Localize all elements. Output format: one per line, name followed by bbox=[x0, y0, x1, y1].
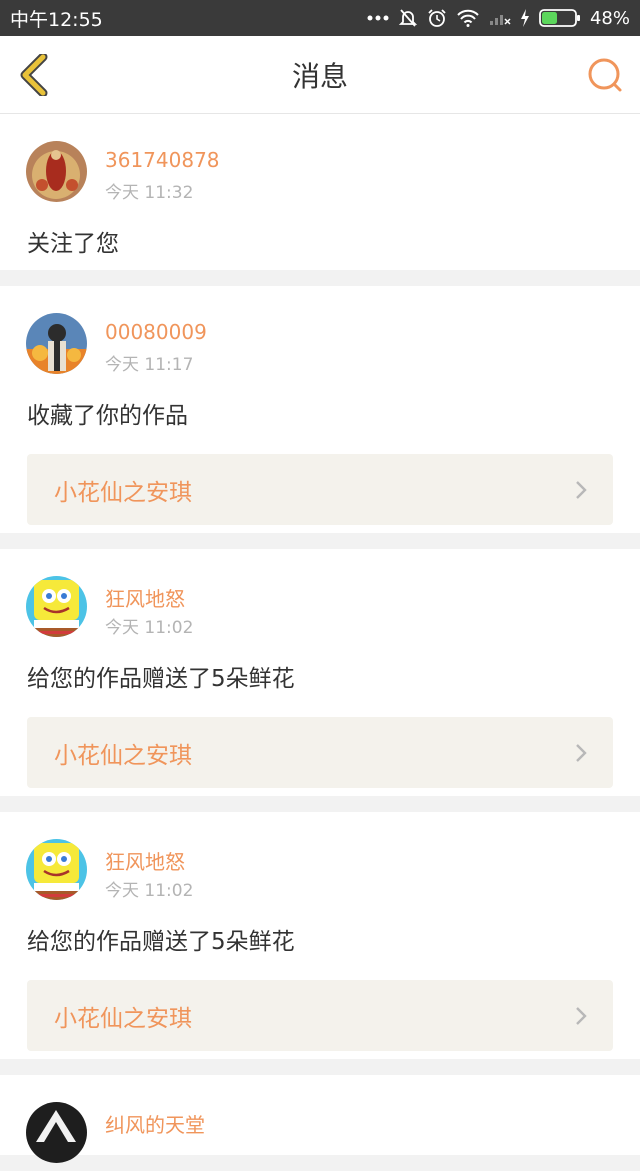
wifi-icon bbox=[457, 9, 479, 27]
chevron-right-icon bbox=[576, 743, 587, 762]
status-time: 中午12:55 bbox=[10, 8, 103, 31]
card-header: 361740878 今天 11:32 bbox=[0, 114, 640, 203]
mute-bell-icon bbox=[398, 9, 418, 27]
battery-percent: 48% bbox=[589, 7, 630, 29]
card-header: 狂风地怒 今天 11:02 bbox=[0, 812, 640, 901]
avatar-image bbox=[26, 576, 87, 637]
card-header: 00080009 今天 11:17 bbox=[0, 286, 640, 375]
card-header: 狂风地怒 今天 11:02 bbox=[0, 549, 640, 638]
timestamp: 今天 11:17 bbox=[105, 355, 194, 375]
search-button[interactable] bbox=[584, 54, 626, 96]
username[interactable]: 狂风地怒 bbox=[105, 846, 185, 875]
status-left: 中午12:55 bbox=[10, 5, 103, 32]
username[interactable]: 361740878 bbox=[105, 148, 220, 172]
avatar[interactable] bbox=[26, 313, 87, 374]
alarm-icon bbox=[428, 9, 446, 27]
timestamp: 今天 11:32 bbox=[105, 183, 194, 203]
nav-bar: 消息 bbox=[0, 36, 640, 114]
username[interactable]: 00080009 bbox=[105, 320, 207, 344]
timestamp: 今天 11:02 bbox=[105, 881, 194, 901]
status-right: 48% bbox=[367, 8, 630, 29]
work-title: 小花仙之安琪 bbox=[54, 479, 192, 506]
avatar-image bbox=[26, 1102, 87, 1163]
work-title: 小花仙之安琪 bbox=[54, 1005, 192, 1032]
chevron-right-icon bbox=[576, 480, 587, 499]
notification-card: 00080009 今天 11:17 收藏了你的作品 小花仙之安琪 bbox=[0, 286, 640, 533]
avatar-image bbox=[26, 141, 87, 202]
message-text: 给您的作品赠送了5朵鲜花 bbox=[27, 929, 295, 955]
signal-icon bbox=[489, 15, 511, 25]
message-text: 收藏了你的作品 bbox=[27, 403, 188, 429]
chevron-right-icon bbox=[576, 1006, 587, 1025]
battery-icon bbox=[539, 9, 580, 27]
avatar[interactable] bbox=[26, 1102, 87, 1163]
notification-card: 狂风地怒 今天 11:02 给您的作品赠送了5朵鲜花 小花仙之安琪 bbox=[0, 812, 640, 1059]
work-title: 小花仙之安琪 bbox=[54, 742, 192, 769]
timestamp: 今天 11:02 bbox=[105, 618, 194, 638]
card-header: 纠风的天堂 bbox=[0, 1075, 640, 1163]
work-link[interactable]: 小花仙之安琪 bbox=[27, 980, 613, 1051]
more-dots-icon bbox=[367, 15, 389, 21]
notification-card: 纠风的天堂 bbox=[0, 1075, 640, 1163]
notification-card: 狂风地怒 今天 11:02 给您的作品赠送了5朵鲜花 小花仙之安琪 bbox=[0, 549, 640, 796]
work-link[interactable]: 小花仙之安琪 bbox=[27, 454, 613, 525]
username[interactable]: 狂风地怒 bbox=[105, 583, 185, 612]
page-title: 消息 bbox=[291, 59, 348, 93]
username[interactable]: 纠风的天堂 bbox=[105, 1109, 205, 1138]
avatar-image bbox=[26, 839, 87, 900]
avatar[interactable] bbox=[26, 576, 87, 637]
avatar-image bbox=[26, 313, 87, 374]
message-text: 关注了您 bbox=[27, 231, 119, 257]
avatar[interactable] bbox=[26, 839, 87, 900]
notification-card: 361740878 今天 11:32 关注了您 bbox=[0, 114, 640, 270]
back-button[interactable] bbox=[14, 54, 54, 96]
chevron-left-icon bbox=[20, 54, 48, 96]
avatar[interactable] bbox=[26, 141, 87, 202]
work-link[interactable]: 小花仙之安琪 bbox=[27, 717, 613, 788]
notification-feed: 361740878 今天 11:32 关注了您 00080009 今天 11:1… bbox=[0, 114, 640, 1171]
search-icon bbox=[588, 58, 622, 92]
message-text: 给您的作品赠送了5朵鲜花 bbox=[27, 666, 295, 692]
status-bar: 中午12:55 48% bbox=[0, 0, 640, 36]
charging-icon bbox=[520, 9, 529, 27]
